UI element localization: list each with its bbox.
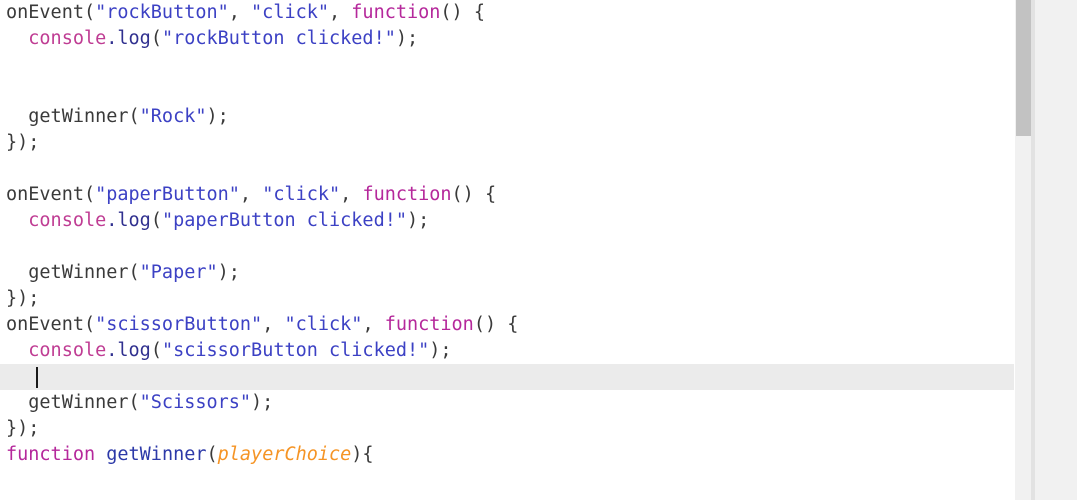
code-token-string: "rockButton clicked!"	[161, 28, 396, 49]
code-token-keyword: function	[6, 444, 96, 465]
code-line[interactable]: onEvent("rockButton", "click", function(…	[0, 0, 1014, 26]
code-token-string: "click"	[284, 314, 363, 335]
code-token-plain: );	[217, 262, 240, 283]
code-token-plain: );	[407, 210, 430, 231]
vertical-scrollbar-track[interactable]	[1014, 0, 1031, 500]
code-line[interactable]	[0, 52, 1014, 78]
right-gutter-pane	[1035, 0, 1077, 500]
code-line[interactable]: });	[0, 286, 1014, 312]
code-editor-root: onEvent("rockButton", "click", function(…	[0, 0, 1077, 500]
code-token-plain: () {	[440, 2, 485, 23]
code-token-plain: ,	[340, 184, 363, 205]
code-line[interactable]: console.log("rockButton clicked!");	[0, 26, 1014, 52]
code-token-string: "Paper"	[139, 262, 218, 283]
code-line[interactable]	[0, 364, 1014, 390]
code-token-string: "Scissors"	[139, 392, 252, 413]
code-token-plain: (	[150, 210, 162, 231]
code-token-string: "scissorButton"	[95, 314, 263, 335]
code-token-plain: (	[206, 444, 218, 465]
code-token-keyword: function	[362, 184, 452, 205]
code-token-plain: ,	[362, 314, 385, 335]
code-token-plain: onEvent(	[6, 184, 96, 205]
code-token-plain: onEvent(	[6, 2, 96, 23]
code-token-member: .log	[106, 210, 151, 231]
code-token-keyword: function	[351, 2, 441, 23]
code-token-plain: (	[150, 28, 162, 49]
code-line[interactable]: console.log("paperButton clicked!");	[0, 208, 1014, 234]
code-token-plain: onEvent(	[6, 314, 96, 335]
code-token-plain: ){	[351, 444, 374, 465]
code-token-plain: });	[6, 132, 40, 153]
code-token-plain: });	[6, 288, 40, 309]
code-line[interactable]: onEvent("paperButton", "click", function…	[0, 182, 1014, 208]
code-token-console: console	[28, 28, 107, 49]
code-line[interactable]: getWinner("Paper");	[0, 260, 1014, 286]
code-token-string: "paperButton clicked!"	[161, 210, 407, 231]
code-line[interactable]: console.log("scissorButton clicked!");	[0, 338, 1014, 364]
text-caret	[36, 367, 38, 388]
code-token-string: "click"	[251, 2, 330, 23]
code-token-console: console	[28, 210, 107, 231]
code-token-param: playerChoice	[217, 444, 352, 465]
code-token-keyword: function	[384, 314, 474, 335]
code-token-plain: () {	[473, 314, 519, 335]
code-token-plain: ,	[228, 2, 252, 23]
code-token-string: "click"	[262, 184, 341, 205]
code-token-string: "Rock"	[139, 106, 207, 127]
code-token-funcname: getWinner	[106, 444, 207, 465]
code-line[interactable]	[0, 234, 1014, 260]
code-token-plain: () {	[451, 184, 497, 205]
code-token-plain: ,	[262, 314, 285, 335]
code-token-plain: );	[429, 340, 452, 361]
code-line[interactable]	[0, 156, 1014, 182]
code-line[interactable]: function getWinner(playerChoice){	[0, 442, 1014, 468]
code-token-string: "rockButton"	[95, 2, 229, 23]
code-token-plain: );	[251, 392, 274, 413]
code-token-plain: );	[206, 106, 229, 127]
code-token-string: "scissorButton clicked!"	[161, 340, 430, 361]
code-token-plain: );	[395, 28, 419, 49]
code-token-plain: });	[6, 418, 40, 439]
code-line-list[interactable]: onEvent("rockButton", "click", function(…	[0, 0, 1014, 468]
code-token-plain: getWinner(	[6, 262, 140, 283]
code-token-plain: getWinner(	[6, 106, 140, 127]
code-surface[interactable]: onEvent("rockButton", "click", function(…	[0, 0, 1014, 500]
code-token-member: .log	[106, 28, 151, 49]
code-token-plain: ,	[239, 184, 263, 205]
code-token-member: .log	[106, 340, 151, 361]
code-token-string: "paperButton"	[95, 184, 240, 205]
code-token-plain: getWinner(	[6, 392, 140, 413]
code-line[interactable]: });	[0, 130, 1014, 156]
code-token-console: console	[28, 340, 107, 361]
code-line[interactable]: getWinner("Rock");	[0, 104, 1014, 130]
code-line[interactable]	[0, 78, 1014, 104]
code-line[interactable]: });	[0, 416, 1014, 442]
code-line[interactable]: onEvent("scissorButton", "click", functi…	[0, 312, 1014, 338]
code-line[interactable]: getWinner("Scissors");	[0, 390, 1014, 416]
code-token-plain: (	[150, 340, 162, 361]
vertical-scrollbar-thumb[interactable]	[1016, 0, 1031, 136]
code-token-plain: ,	[329, 2, 352, 23]
